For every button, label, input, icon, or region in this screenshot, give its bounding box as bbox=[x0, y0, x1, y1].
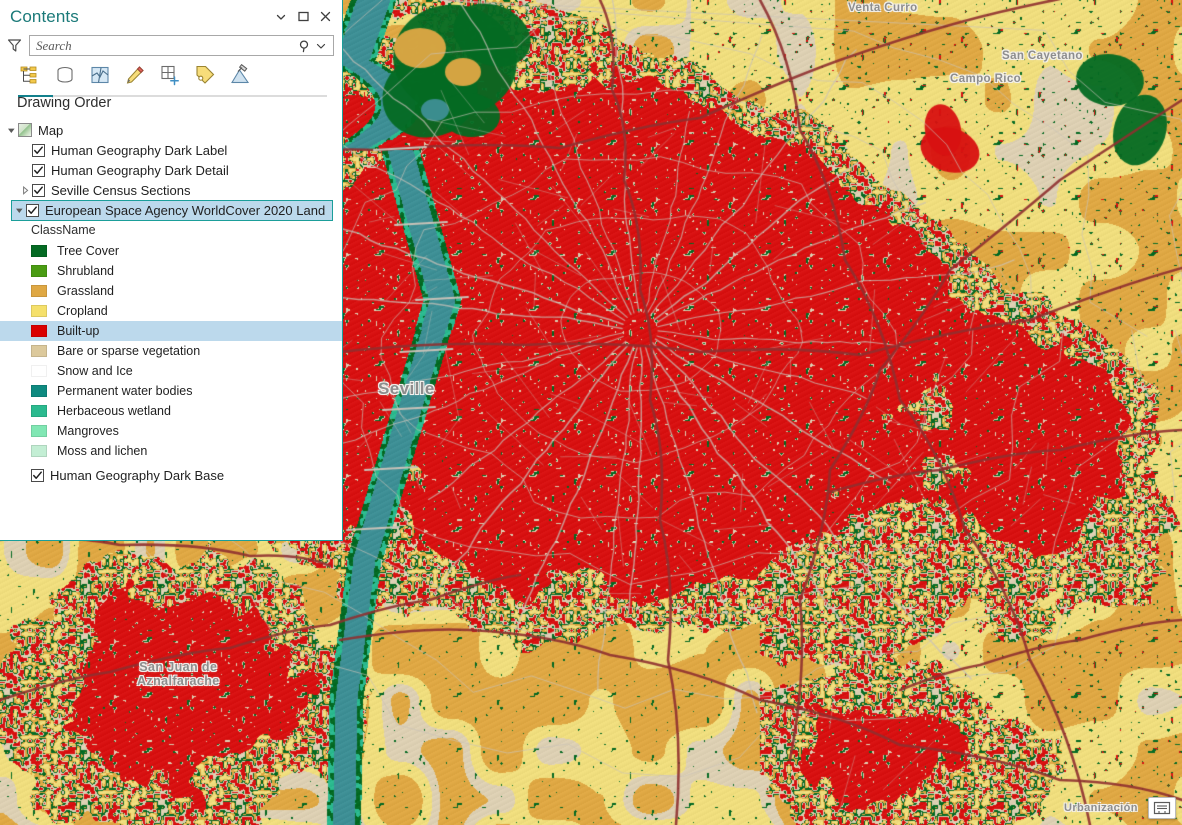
filter-icon[interactable] bbox=[4, 36, 24, 56]
legend-item-label: Moss and lichen bbox=[57, 444, 148, 458]
layer-visibility-checkbox[interactable] bbox=[32, 143, 45, 157]
layer-label: Map bbox=[38, 122, 64, 138]
search-input-wrapper[interactable] bbox=[29, 35, 334, 56]
pane-close-button[interactable] bbox=[314, 6, 336, 28]
legend-item-label: Grassland bbox=[57, 284, 114, 298]
legend-item-grassland[interactable]: Grassland bbox=[0, 281, 342, 301]
legend-color-swatch bbox=[31, 345, 47, 357]
list-by-drawing-order-icon[interactable] bbox=[17, 62, 43, 88]
contents-pane: Contents Search Drawing Order Map Human … bbox=[0, 0, 343, 541]
legend-color-swatch bbox=[31, 325, 47, 337]
layer-visibility-checkbox[interactable] bbox=[32, 183, 45, 197]
layer-tree-item-human-geography-dark-detail[interactable]: Human Geography Dark Detail bbox=[18, 160, 342, 180]
legend-item-moss-and-lichen[interactable]: Moss and lichen bbox=[0, 441, 342, 461]
legend-item-snow-and-ice[interactable]: Snow and Ice bbox=[0, 361, 342, 381]
legend-item-bare-or-sparse-vegetation[interactable]: Bare or sparse vegetation bbox=[0, 341, 342, 361]
expander-expand-icon[interactable] bbox=[18, 185, 32, 195]
layer-tree-item-european-space-agency-worldcover-2020-land-cover[interactable]: European Space Agency WorldCover 2020 La… bbox=[11, 200, 333, 221]
expander-collapse-icon[interactable] bbox=[4, 126, 18, 135]
legend-color-swatch bbox=[31, 425, 47, 437]
layer-label: Seville Census Sections bbox=[51, 182, 191, 198]
pane-dock-button[interactable] bbox=[292, 6, 314, 28]
legend-item-mangroves[interactable]: Mangroves bbox=[0, 421, 342, 441]
attribute-table-icon[interactable] bbox=[1148, 797, 1176, 819]
layer-visibility-checkbox[interactable] bbox=[31, 468, 44, 482]
layer-visibility-checkbox[interactable] bbox=[26, 204, 39, 217]
page-title: Contents bbox=[10, 6, 79, 26]
legend-color-swatch bbox=[31, 445, 47, 457]
list-by-snapping-icon[interactable] bbox=[157, 62, 183, 88]
legend-item-built-up[interactable]: Built-up bbox=[0, 321, 342, 341]
legend-color-swatch bbox=[31, 265, 47, 277]
list-by-selection-icon[interactable] bbox=[87, 62, 113, 88]
layer-tree-item-map[interactable]: Map bbox=[0, 120, 342, 140]
legend-item-label: Cropland bbox=[57, 304, 108, 318]
legend-item-label: Snow and Ice bbox=[57, 364, 133, 378]
legend-header: ClassName bbox=[31, 223, 96, 237]
legend-item-herbaceous-wetland[interactable]: Herbaceous wetland bbox=[0, 401, 342, 421]
layer-tree-item-human-geography-dark-base[interactable]: Human Geography Dark Base bbox=[0, 465, 342, 485]
toolbar-active-indicator bbox=[18, 95, 327, 97]
layer-label: Human Geography Dark Base bbox=[50, 467, 225, 483]
layer-tree[interactable]: Map Human Geography Dark Label Human Geogr… bbox=[0, 118, 342, 540]
list-by-diagram-icon[interactable] bbox=[227, 62, 253, 88]
legend-color-swatch bbox=[31, 365, 47, 377]
legend-color-swatch bbox=[31, 245, 47, 257]
pane-menu-button[interactable] bbox=[270, 6, 292, 28]
legend-color-swatch bbox=[31, 405, 47, 417]
legend-color-swatch bbox=[31, 385, 47, 397]
layer-tree-item-seville-census-sections[interactable]: Seville Census Sections bbox=[18, 180, 342, 200]
contents-toolbar bbox=[0, 58, 342, 92]
legend-color-swatch bbox=[31, 285, 47, 297]
legend-item-label: Bare or sparse vegetation bbox=[57, 344, 201, 358]
legend-item-shrubland[interactable]: Shrubland bbox=[0, 261, 342, 281]
list-by-labeling-icon[interactable] bbox=[192, 62, 218, 88]
legend-item-label: Built-up bbox=[57, 324, 100, 338]
legend-item-permanent-water-bodies[interactable]: Permanent water bodies bbox=[0, 381, 342, 401]
legend-item-tree-cover[interactable]: Tree Cover bbox=[0, 241, 342, 261]
legend-item-label: Shrubland bbox=[57, 264, 114, 278]
list-by-editing-icon[interactable] bbox=[122, 62, 148, 88]
legend-item-cropland[interactable]: Cropland bbox=[0, 301, 342, 321]
legend-color-swatch bbox=[31, 305, 47, 317]
search-row bbox=[0, 33, 342, 58]
layer-tree-item-human-geography-dark-label[interactable]: Human Geography Dark Label bbox=[18, 140, 342, 160]
list-by-data-source-icon[interactable] bbox=[52, 62, 78, 88]
legend-item-label: Mangroves bbox=[57, 424, 119, 438]
arcgis-pro-window: Venta Curro San Cayetano Campo Rico Seville… bbox=[0, 0, 1182, 825]
layer-label: Human Geography Dark Label bbox=[51, 142, 228, 158]
legend-item-label: Tree Cover bbox=[57, 244, 120, 258]
legend-item-label: Permanent water bodies bbox=[57, 384, 193, 398]
layer-visibility-checkbox[interactable] bbox=[32, 163, 45, 177]
map-thumbnail-icon bbox=[18, 123, 32, 137]
chevron-down-icon[interactable] bbox=[313, 38, 329, 54]
search-input[interactable] bbox=[36, 37, 297, 54]
contents-pane-titlebar: Contents bbox=[0, 0, 342, 33]
layer-label: European Space Agency WorldCover 2020 La… bbox=[45, 203, 328, 218]
legend-item-label: Herbaceous wetland bbox=[57, 404, 171, 418]
expander-collapse-icon[interactable] bbox=[12, 206, 26, 215]
layer-label: Human Geography Dark Detail bbox=[51, 162, 229, 178]
search-icon[interactable] bbox=[297, 38, 313, 54]
